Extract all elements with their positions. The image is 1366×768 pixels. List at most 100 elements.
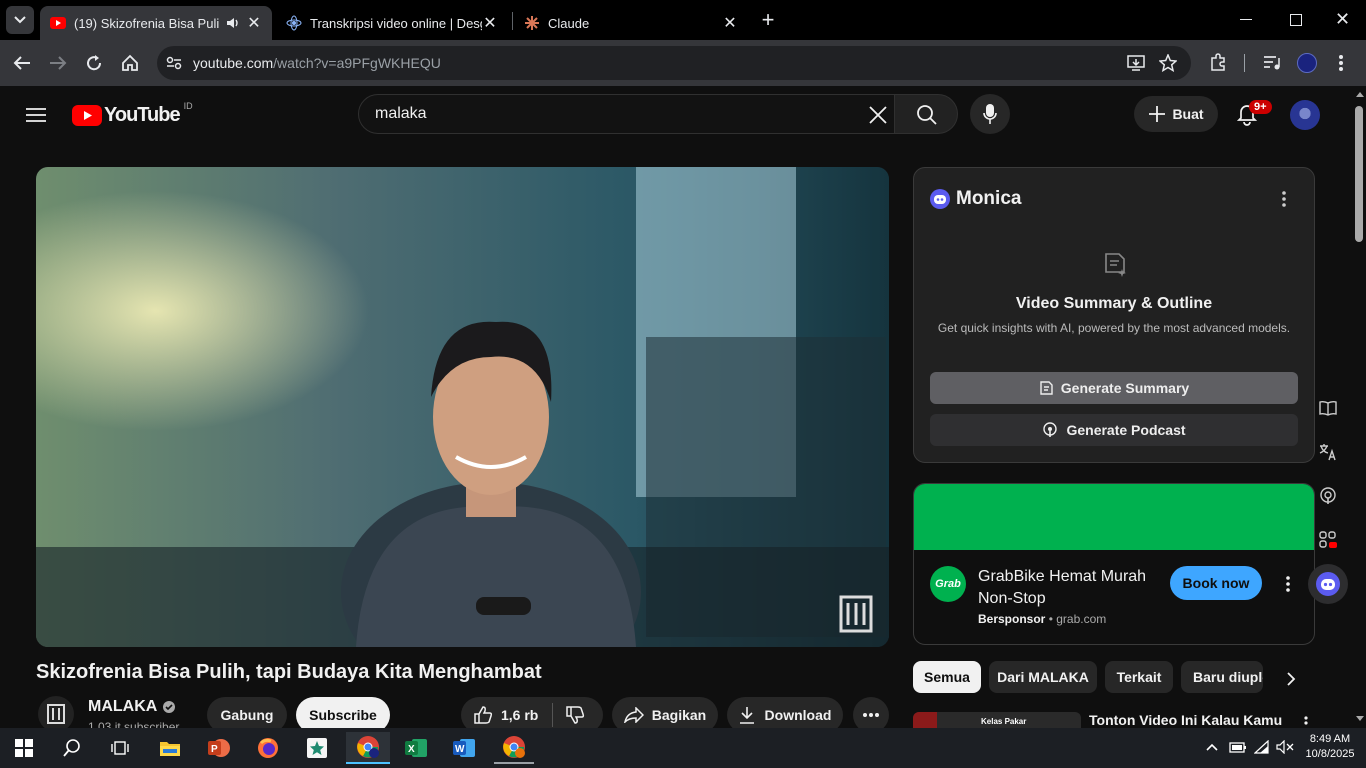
- speaker-icon[interactable]: [226, 16, 240, 30]
- word-icon: W: [453, 739, 475, 757]
- scroll-up-arrow-icon[interactable]: [1356, 92, 1364, 97]
- clock-time: 8:49 AM: [1309, 733, 1351, 745]
- profile-avatar[interactable]: [1297, 53, 1317, 73]
- svg-text:P: P: [211, 744, 218, 755]
- tab-search-button[interactable]: [6, 6, 34, 34]
- generate-podcast-label: Generate Podcast: [1066, 422, 1186, 438]
- translate-button[interactable]: [1308, 432, 1348, 472]
- site-settings-icon[interactable]: [166, 56, 182, 70]
- podcast-side-button[interactable]: [1308, 476, 1348, 516]
- firefox-button[interactable]: [248, 732, 288, 764]
- restore-button[interactable]: [1290, 14, 1302, 26]
- clear-search-icon[interactable]: [869, 106, 887, 124]
- monica-panel: Monica Video Summary & Outline Get quick…: [913, 167, 1315, 463]
- generate-podcast-button[interactable]: Generate Podcast: [930, 414, 1298, 446]
- scrollbar-thumb[interactable]: [1355, 106, 1363, 242]
- chip-all[interactable]: Semua: [913, 661, 981, 693]
- generate-summary-button[interactable]: Generate Summary: [930, 372, 1298, 404]
- recommended-menu-icon[interactable]: [1304, 716, 1308, 728]
- ad-banner[interactable]: [914, 484, 1314, 550]
- clock-date: 10/8/2025: [1305, 748, 1355, 760]
- starred-app-button[interactable]: [297, 732, 337, 764]
- new-tab-button[interactable]: +: [758, 9, 778, 31]
- volume-muted-icon[interactable]: [1276, 740, 1294, 754]
- notification-badge: 9+: [1249, 100, 1272, 114]
- media-control-icon[interactable]: [1263, 55, 1281, 71]
- grab-logo-text: Grab: [935, 578, 961, 590]
- share-button[interactable]: Bagikan: [612, 697, 718, 728]
- apps-button[interactable]: [1308, 520, 1348, 560]
- tab-close-icon[interactable]: ✕: [722, 13, 738, 33]
- chrome-profile-button[interactable]: [346, 732, 390, 764]
- like-button[interactable]: 1,6 rb: [461, 705, 538, 725]
- book-now-button[interactable]: Book now: [1170, 566, 1262, 600]
- home-icon[interactable]: [121, 54, 139, 72]
- scroll-down-arrow-icon[interactable]: [1356, 716, 1364, 721]
- powerpoint-button[interactable]: P: [199, 732, 239, 764]
- battery-icon[interactable]: [1229, 742, 1247, 753]
- chevron-right-icon[interactable]: [1286, 672, 1296, 686]
- powerpoint-icon: P: [208, 739, 230, 757]
- channel-avatar[interactable]: [38, 696, 74, 728]
- monica-launcher-button[interactable]: [1308, 564, 1348, 604]
- hamburger-menu-icon[interactable]: [26, 107, 46, 123]
- chip-from-channel[interactable]: Dari MALAKA: [989, 661, 1097, 693]
- ad-title[interactable]: GrabBike Hemat Murah Non-Stop: [978, 566, 1168, 610]
- browser-menu-icon[interactable]: [1338, 54, 1344, 72]
- youtube-favicon-icon: [50, 17, 66, 29]
- search-input[interactable]: [375, 104, 845, 124]
- ad-menu-icon[interactable]: [1286, 576, 1290, 592]
- chip-recently-uploaded[interactable]: Baru diupload: [1181, 661, 1263, 693]
- more-actions-button[interactable]: [853, 697, 889, 728]
- page-scrollbar[interactable]: [1352, 86, 1366, 728]
- channel-name-row: MALAKA: [88, 698, 176, 716]
- task-view-button[interactable]: [100, 732, 140, 764]
- tab-claude[interactable]: Claude ✕: [514, 6, 748, 40]
- back-arrow-icon[interactable]: [13, 55, 31, 71]
- recommended-thumbnail[interactable]: Kelas Pakar: [913, 712, 1081, 728]
- taskbar-search-button[interactable]: [52, 732, 92, 764]
- word-button[interactable]: W: [444, 732, 484, 764]
- close-window-button[interactable]: ✕: [1335, 9, 1350, 30]
- sponsored-ad[interactable]: Grab GrabBike Hemat Murah Non-Stop Bersp…: [913, 483, 1315, 645]
- download-button[interactable]: Download: [727, 697, 843, 728]
- tab-youtube[interactable]: (19) Skizofrenia Bisa Pulih, tapi Budaya…: [40, 6, 272, 40]
- subscribe-button[interactable]: Subscribe: [296, 697, 390, 728]
- excel-button[interactable]: X: [396, 732, 436, 764]
- start-button[interactable]: [4, 732, 44, 764]
- join-button[interactable]: Gabung: [207, 697, 287, 728]
- share-arrow-icon: [623, 707, 644, 723]
- voice-search-button[interactable]: [970, 94, 1010, 134]
- file-explorer-button[interactable]: [150, 732, 190, 764]
- chip-related[interactable]: Terkait: [1105, 661, 1173, 693]
- channel-name[interactable]: MALAKA: [88, 698, 157, 716]
- reload-icon[interactable]: [85, 54, 103, 72]
- reader-button[interactable]: [1308, 388, 1348, 428]
- wifi-icon[interactable]: [1254, 740, 1270, 754]
- search-button[interactable]: [894, 94, 958, 134]
- search-icon: [63, 739, 80, 757]
- install-app-icon[interactable]: [1127, 55, 1145, 71]
- recommended-title[interactable]: Tonton Video Ini Kalau Kamu: [1089, 712, 1282, 728]
- tray-overflow-chevron-icon[interactable]: [1206, 743, 1218, 751]
- create-button[interactable]: Buat: [1134, 96, 1218, 132]
- tab-close-icon[interactable]: ✕: [246, 13, 262, 33]
- dislike-button[interactable]: [565, 705, 585, 725]
- youtube-page: YouTube ID Buat 9+: [0, 86, 1366, 728]
- minimize-button[interactable]: [1240, 19, 1252, 20]
- address-bar[interactable]: youtube.com/watch?v=a9PFgWKHEQU: [157, 46, 1191, 80]
- monica-menu-icon[interactable]: [1282, 191, 1286, 207]
- youtube-logo[interactable]: YouTube ID: [72, 101, 193, 127]
- video-player[interactable]: [36, 167, 889, 647]
- account-avatar[interactable]: [1290, 100, 1320, 130]
- tab-transkripsi[interactable]: Transkripsi video online | Desgr ✕: [276, 6, 508, 40]
- tab-close-icon[interactable]: ✕: [482, 13, 498, 33]
- tab-title: Transkripsi video online | Desgr: [310, 15, 482, 31]
- search-box[interactable]: [358, 94, 895, 134]
- extensions-puzzle-icon[interactable]: [1209, 53, 1227, 71]
- chrome-second-profile-button[interactable]: [494, 732, 534, 764]
- monica-heading: Video Summary & Outline: [1015, 295, 1213, 312]
- taskbar-clock[interactable]: 8:49 AM 10/8/2025: [1300, 732, 1360, 762]
- bookmark-star-icon[interactable]: [1159, 54, 1177, 72]
- forward-arrow-icon[interactable]: [49, 55, 67, 71]
